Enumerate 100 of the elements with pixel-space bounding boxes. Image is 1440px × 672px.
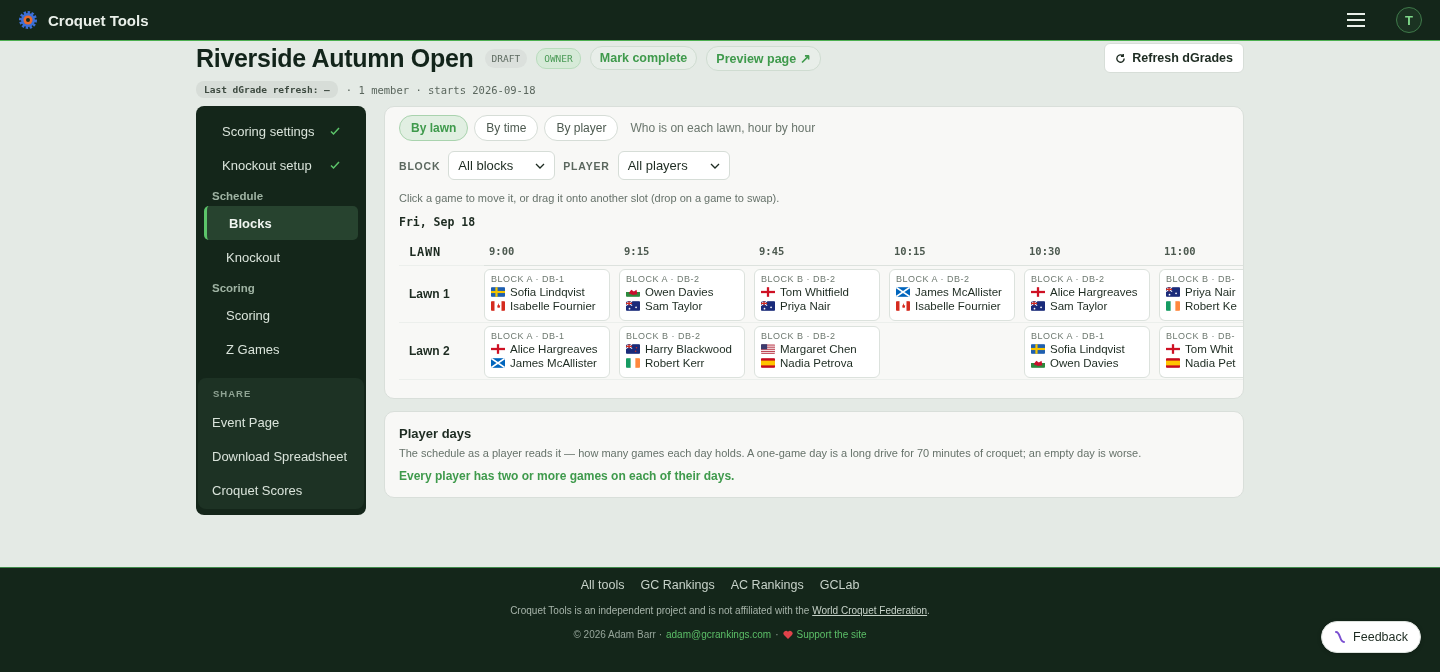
share-link[interactable]: Download Spreadsheet [198,439,364,473]
squiggle-icon [1334,631,1347,643]
copyright-text: © 2026 Adam Barr · [573,629,662,640]
flag-icon [626,358,640,368]
view-tab[interactable]: By player [544,115,619,141]
nav-item[interactable]: Blocks [204,206,358,240]
player-name: Owen Davies [645,286,714,298]
block-label: BLOCK A · DB-2 [1031,274,1106,284]
player-name: Nadia Petrova [780,357,853,369]
player-name: Robert Kerr [645,357,705,369]
nav-section-heading: Scoring [211,281,256,296]
game-card[interactable]: BLOCK B · DB- Tom Whit Nadia Pet [1159,326,1243,378]
footer-link[interactable]: GC Rankings [640,578,715,592]
chevron-down-icon [535,162,546,169]
nav-section-heading: Schedule [211,189,265,204]
support-link[interactable]: Support the site [796,629,867,640]
block-label: BLOCK A · DB-2 [626,274,701,284]
flag-icon [491,287,505,297]
block-label: BLOCK B · DB-2 [761,331,837,341]
block-label: BLOCK B · DB-2 [626,331,702,341]
flag-icon [626,287,640,297]
player-name: Margaret Chen [780,343,857,355]
share-link[interactable]: Croquet Scores [198,473,364,507]
block-label: BLOCK B · DB-2 [761,274,837,284]
brand-name[interactable]: Croquet Tools [48,11,149,29]
player-name: Sofia Lindqvist [510,286,585,298]
player-name: Sofia Lindqvist [1050,343,1125,355]
section-title: Player days [399,426,473,441]
player-name: Harry Blackwood [645,343,732,355]
flag-icon [1166,287,1180,297]
game-card[interactable]: BLOCK B · DB-2 Margaret Chen Nadia Petrova [754,326,880,378]
game-card[interactable]: BLOCK B · DB-2 Harry Blackwood Robert Kerr [619,326,745,378]
player-name: Isabelle Fournier [915,300,1001,312]
user-avatar[interactable]: T [1396,7,1422,33]
game-card[interactable]: BLOCK A · DB-2 James McAllister Isabelle Fournier [889,269,1015,321]
column-header: 9:00 [484,239,619,266]
footer-link[interactable]: AC Rankings [730,578,804,592]
player-name: Tom Whitfield [780,286,850,298]
column-header: 11:00 [1159,239,1243,266]
player-name: Priya Nair [780,300,831,312]
refresh-icon [1115,52,1127,64]
footer-link[interactable]: All tools [580,578,625,592]
nav-item[interactable]: Knockout [204,240,358,274]
flag-icon [626,344,640,354]
column-header: 10:30 [1024,239,1159,266]
column-header: LAWN [399,239,484,266]
share-link[interactable]: Event Page [198,405,364,439]
player-name: Sam Taylor [1050,300,1108,312]
block-label: BLOCK A · DB-1 [1031,331,1106,341]
nav-item[interactable]: Z Games [204,332,358,366]
nav-item[interactable]: Knockout setup [204,148,358,182]
filter-dropdown[interactable]: All players [617,151,730,180]
block-label: BLOCK A · DB-1 [491,331,566,341]
flag-icon [1166,358,1180,368]
player-name: Alice Hargreaves [1050,286,1138,298]
flag-icon [1166,301,1180,311]
status-badge: OWNER [536,47,581,69]
chevron-down-icon [709,162,720,169]
flag-icon [1031,358,1045,368]
flag-icon [1031,344,1045,354]
flag-icon [491,344,505,354]
player-name: Sam Taylor [645,300,703,312]
refresh-button[interactable]: Refresh dGrades [1104,43,1244,73]
game-card[interactable]: BLOCK A · DB-1 Alice Hargreaves James McAllister [484,326,610,378]
flag-icon [761,287,775,297]
menu-button[interactable] [1346,12,1366,28]
block-label: BLOCK A · DB-2 [896,274,971,284]
section-description: The schedule as a player reads it — how many games each day holds. A one-game day is a long drive for 70 minutes of croquet; an empty day is worse. [399,447,1143,459]
player-name: Tom Whit [1185,343,1233,355]
instructions-text: Click a game to move it, or drag it onto another slot (drop on a game to swap). [399,192,781,204]
player-name: James McAllister [915,286,1002,298]
game-card[interactable]: BLOCK B · DB- Priya Nair Robert Ke [1159,269,1243,321]
player-name: Nadia Pet [1185,357,1236,369]
status-badge: DRAFT [484,48,528,68]
game-card[interactable]: BLOCK A · DB-1 Sofia Lindqvist Owen Davies [1024,326,1150,378]
player-name: James McAllister [510,357,597,369]
filter-label: PLAYER [563,159,610,172]
nav-item[interactable]: Scoring settings [204,114,358,148]
view-tab[interactable]: By time [474,115,539,141]
flag-icon [491,301,505,311]
email-link[interactable]: adam@gcrankings.com [665,629,772,640]
day-heading: Fri, Sep 18 [399,215,477,229]
footer-link[interactable]: GCLab [819,578,860,592]
flag-icon [761,344,775,354]
game-card[interactable]: BLOCK A · DB-2 Alice Hargreaves Sam Taylor [1024,269,1150,321]
player-name: Owen Davies [1050,357,1119,369]
player-name: Alice Hargreaves [510,343,598,355]
flag-icon [491,358,505,368]
flag-icon [1031,287,1045,297]
feedback-button[interactable]: Feedback [1321,621,1421,653]
flag-icon [626,301,640,311]
flag-icon [761,358,775,368]
player-name: Priya Nair [1185,286,1236,298]
nav-item[interactable]: Scoring [204,298,358,332]
filter-dropdown[interactable]: All blocks [448,151,556,180]
game-card[interactable]: BLOCK B · DB-2 Tom Whitfield Priya Nair [754,269,880,321]
game-card[interactable]: BLOCK A · DB-1 Sofia Lindqvist Isabelle Fournier [484,269,610,321]
column-header: 9:45 [754,239,889,266]
status-message: Every player has two or more games on each of their days. [399,469,736,483]
game-card[interactable]: BLOCK A · DB-2 Owen Davies Sam Taylor [619,269,745,321]
